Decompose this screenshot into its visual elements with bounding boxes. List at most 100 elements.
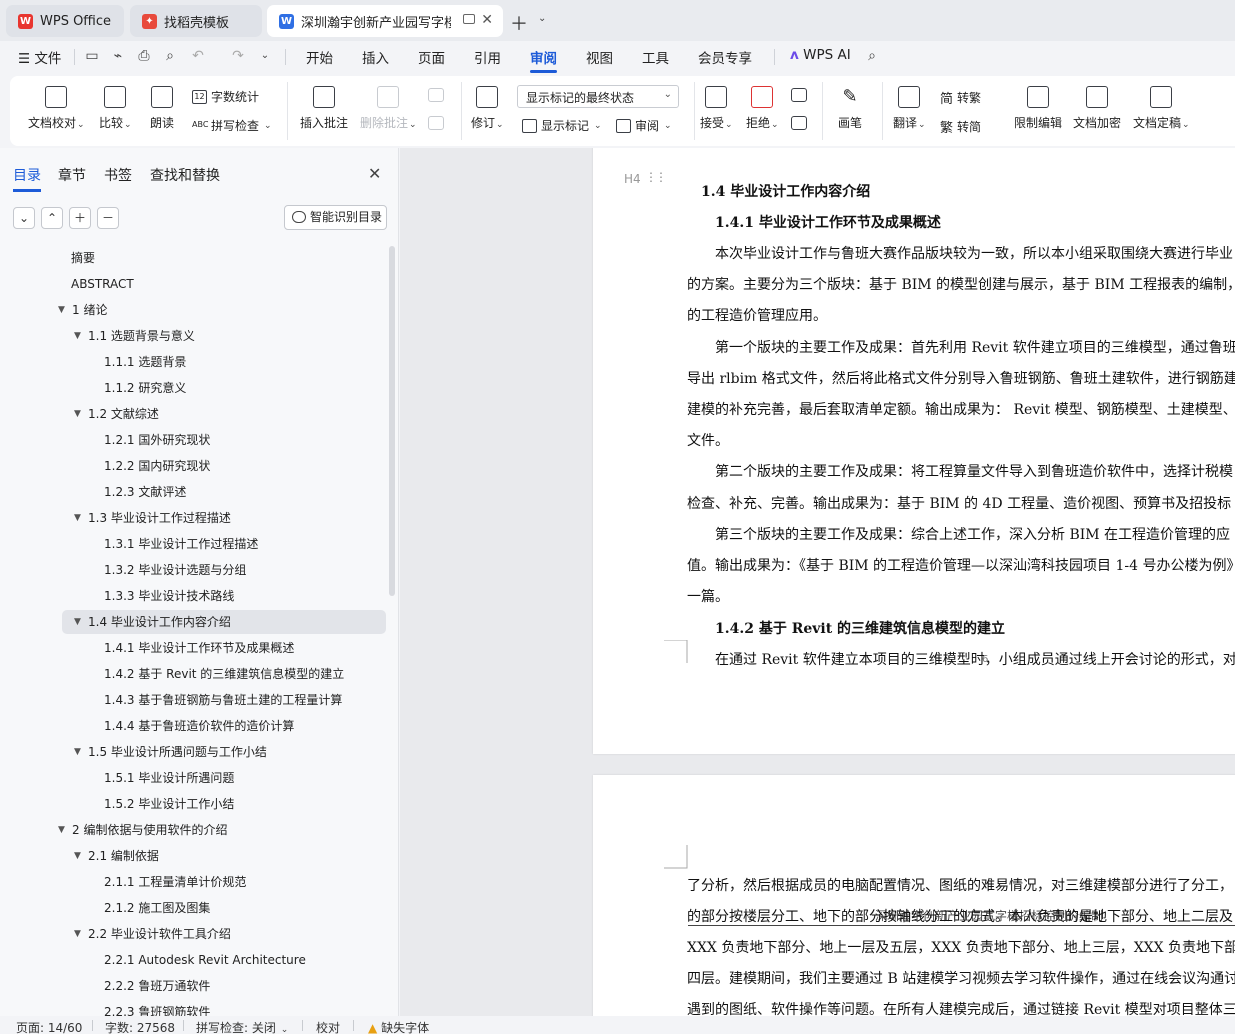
pen-button[interactable]: ✎ 画笔 [838, 86, 862, 131]
toc-item[interactable]: ▼ 1.5 毕业设计所遇问题与工作小结 [62, 740, 386, 764]
drag-handle-icon[interactable]: ⋮⋮ [645, 170, 667, 184]
show-markup-button[interactable]: 显示标记 ⌄ [522, 117, 602, 134]
toc-item[interactable]: 1.2.2 国内研究现状 [62, 454, 386, 478]
remove-heading-button[interactable]: － [97, 207, 119, 229]
toc-item[interactable]: 2.2.1 Autodesk Revit Architecture [62, 948, 386, 972]
compare-button[interactable]: 比较⌄ [99, 86, 132, 131]
menu-page[interactable]: 页面 [418, 47, 445, 67]
menu-insert[interactable]: 插入 [362, 47, 389, 67]
tab-sections[interactable]: 章节 [58, 165, 86, 185]
file-menu[interactable]: ☰ 文件 [18, 47, 61, 67]
quick-access-dropdown-icon[interactable]: ⌄ [257, 48, 273, 64]
spell-check-indicator[interactable]: 拼写检查: 关闭 ⌄ [196, 1019, 288, 1034]
page-indicator[interactable]: 页面: 14/60 [16, 1019, 82, 1034]
toc-item[interactable]: 1.4.1 毕业设计工作环节及成果概述 [62, 636, 386, 660]
encrypt-button[interactable]: 文档加密 [1073, 86, 1121, 131]
toc-item[interactable]: ABSTRACT [62, 272, 386, 296]
toc-item[interactable]: 2.1.2 施工图及图集 [62, 896, 386, 920]
chevron-down-icon[interactable]: ⌄ [538, 13, 546, 24]
move-up-button[interactable]: ⌃ [41, 207, 63, 229]
missing-font-indicator[interactable]: ▲ 缺失字体 [368, 1019, 429, 1034]
toc-item[interactable]: 1.1.2 研究意义 [62, 376, 386, 400]
tab-toc[interactable]: 目录 [13, 165, 41, 192]
word-count-button[interactable]: 12 字数统计 [192, 88, 259, 105]
to-traditional-button[interactable]: 简 转繁 [940, 88, 981, 107]
toc-item[interactable]: 1.3.1 毕业设计工作过程描述 [62, 532, 386, 556]
toc-item[interactable]: ▼ 1.1 选题背景与意义 [62, 324, 386, 348]
smart-toc-button[interactable]: 智能识别目录 [284, 205, 387, 230]
search-icon[interactable]: ⌕ [864, 48, 880, 64]
expand-triangle-icon[interactable]: ▼ [74, 610, 81, 634]
toc-item[interactable]: 1.3.3 毕业设计技术路线 [62, 584, 386, 608]
undo-icon[interactable]: ↶ [190, 48, 206, 64]
tab-find-replace[interactable]: 查找和替换 [150, 165, 220, 185]
toc-item[interactable]: 2.2.3 鲁班钢筋软件 [62, 1000, 386, 1016]
expand-triangle-icon[interactable]: ▼ [74, 402, 81, 426]
tab-docer-templates[interactable]: ✦ 找稻壳模板 [130, 5, 262, 37]
toc-item[interactable]: ▼ 1 绪论 [58, 298, 386, 322]
toc-item[interactable]: 1.2.1 国外研究现状 [62, 428, 386, 452]
print-preview-icon[interactable]: ⌕ [162, 48, 178, 64]
spell-check-button[interactable]: ABC 拼写检查 ⌄ [192, 117, 272, 134]
toc-item[interactable]: 1.2.3 文献评述 [62, 480, 386, 504]
toc-item[interactable]: ▼ 1.3 毕业设计工作过程描述 [62, 506, 386, 530]
menu-review[interactable]: 审阅 [530, 47, 557, 73]
finalize-button[interactable]: 文档定稿⌄ [1133, 86, 1190, 131]
reject-button[interactable]: 拒绝⌄ [746, 86, 779, 131]
expand-triangle-icon[interactable]: ▼ [74, 506, 81, 530]
toc-item[interactable]: 2.1.1 工程量清单计价规范 [62, 870, 386, 894]
doc-proof-button[interactable]: 文档校对⌄ [28, 86, 85, 131]
expand-triangle-icon[interactable]: ▼ [58, 818, 65, 842]
toc-item[interactable]: 1.4.3 基于鲁班钢筋与鲁班土建的工程量计算 [62, 688, 386, 712]
menu-member[interactable]: 会员专享 [698, 47, 752, 67]
add-heading-button[interactable]: ＋ [69, 207, 91, 229]
toc-item[interactable]: 摘要 [62, 246, 386, 270]
close-pane-icon[interactable]: ✕ [368, 164, 381, 183]
track-changes-button[interactable]: 修订⌄ [471, 86, 504, 131]
word-count-indicator[interactable]: 字数: 27568 [105, 1019, 175, 1034]
restrict-edit-button[interactable]: 限制编辑 [1014, 86, 1062, 131]
translate-button[interactable]: 翻译⌄ [893, 86, 926, 131]
menu-references[interactable]: 引用 [474, 47, 501, 67]
review-pane-button[interactable]: 审阅 ⌄ [616, 117, 672, 134]
close-tab-icon[interactable]: ✕ [481, 12, 493, 28]
expand-triangle-icon[interactable]: ▼ [74, 844, 81, 868]
next-change-button[interactable] [791, 116, 807, 136]
toc-item[interactable]: 1.4.2 基于 Revit 的三维建筑信息模型的建立 [62, 662, 386, 686]
toc-item[interactable]: ▼ 2.2 毕业设计软件工具介绍 [62, 922, 386, 946]
expand-triangle-icon[interactable]: ▼ [74, 740, 81, 764]
menu-view[interactable]: 视图 [586, 47, 613, 67]
expand-triangle-icon[interactable]: ▼ [58, 298, 65, 322]
toc-item[interactable]: ▼ 2 编制依据与使用软件的介绍 [58, 818, 386, 842]
tab-wps-office[interactable]: W WPS Office [6, 5, 124, 37]
read-aloud-button[interactable]: 朗读 [150, 86, 174, 131]
toc-item[interactable]: ▼ 2.1 编制依据 [62, 844, 386, 868]
document-page[interactable]: 深圳瀚宇创新产业园写字楼招标控制价编制 了分析，然后根据成员的电脑配置情况、图纸… [593, 775, 1235, 1016]
new-tab-plus-icon[interactable]: ＋ [510, 10, 528, 36]
move-down-button[interactable]: ⌄ [13, 207, 35, 229]
next-comment-button[interactable] [428, 116, 444, 136]
toc-item[interactable]: 1.1.1 选题背景 [62, 350, 386, 374]
document-page[interactable]: H4 ⋮⋮ 1.4 毕业设计工作内容介绍 1.4.1 毕业设计工作环节及成果概述本… [593, 148, 1235, 754]
print-icon[interactable]: ⎙ [136, 48, 152, 64]
insert-comment-button[interactable]: 插入批注 [300, 86, 348, 131]
menu-start[interactable]: 开始 [306, 47, 333, 67]
menu-tools[interactable]: 工具 [642, 47, 669, 67]
prev-change-button[interactable] [791, 88, 807, 108]
wps-ai-button[interactable]: ʌ WPS AI [790, 47, 851, 63]
save-icon[interactable]: ▭ [84, 48, 100, 64]
markup-state-select[interactable]: 显示标记的最终状态 ⌄ [517, 85, 679, 108]
accept-button[interactable]: 接受⌄ [700, 86, 733, 131]
to-simplified-button[interactable]: 繁 转简 [940, 117, 981, 136]
proofread-indicator[interactable]: 校对 [316, 1019, 340, 1034]
toc-item[interactable]: 1.4.4 基于鲁班造价软件的造价计算 [62, 714, 386, 738]
toc-item[interactable]: ▼ 1.2 文献综述 [62, 402, 386, 426]
toc-item[interactable]: ▼ 1.4 毕业设计工作内容介绍 [62, 610, 386, 634]
toc-item[interactable]: 2.2.2 鲁班万通软件 [62, 974, 386, 998]
toc-item[interactable]: 1.5.2 毕业设计工作小结 [62, 792, 386, 816]
redo-icon[interactable]: ↷ [230, 48, 246, 64]
share-icon[interactable]: ⌁ [110, 48, 126, 64]
expand-triangle-icon[interactable]: ▼ [74, 922, 81, 946]
tab-current-document[interactable]: W 深圳瀚宇创新产业园写字楼招标 ✕ [267, 5, 503, 37]
delete-comment-button[interactable]: 删除批注⌄ [360, 86, 417, 131]
